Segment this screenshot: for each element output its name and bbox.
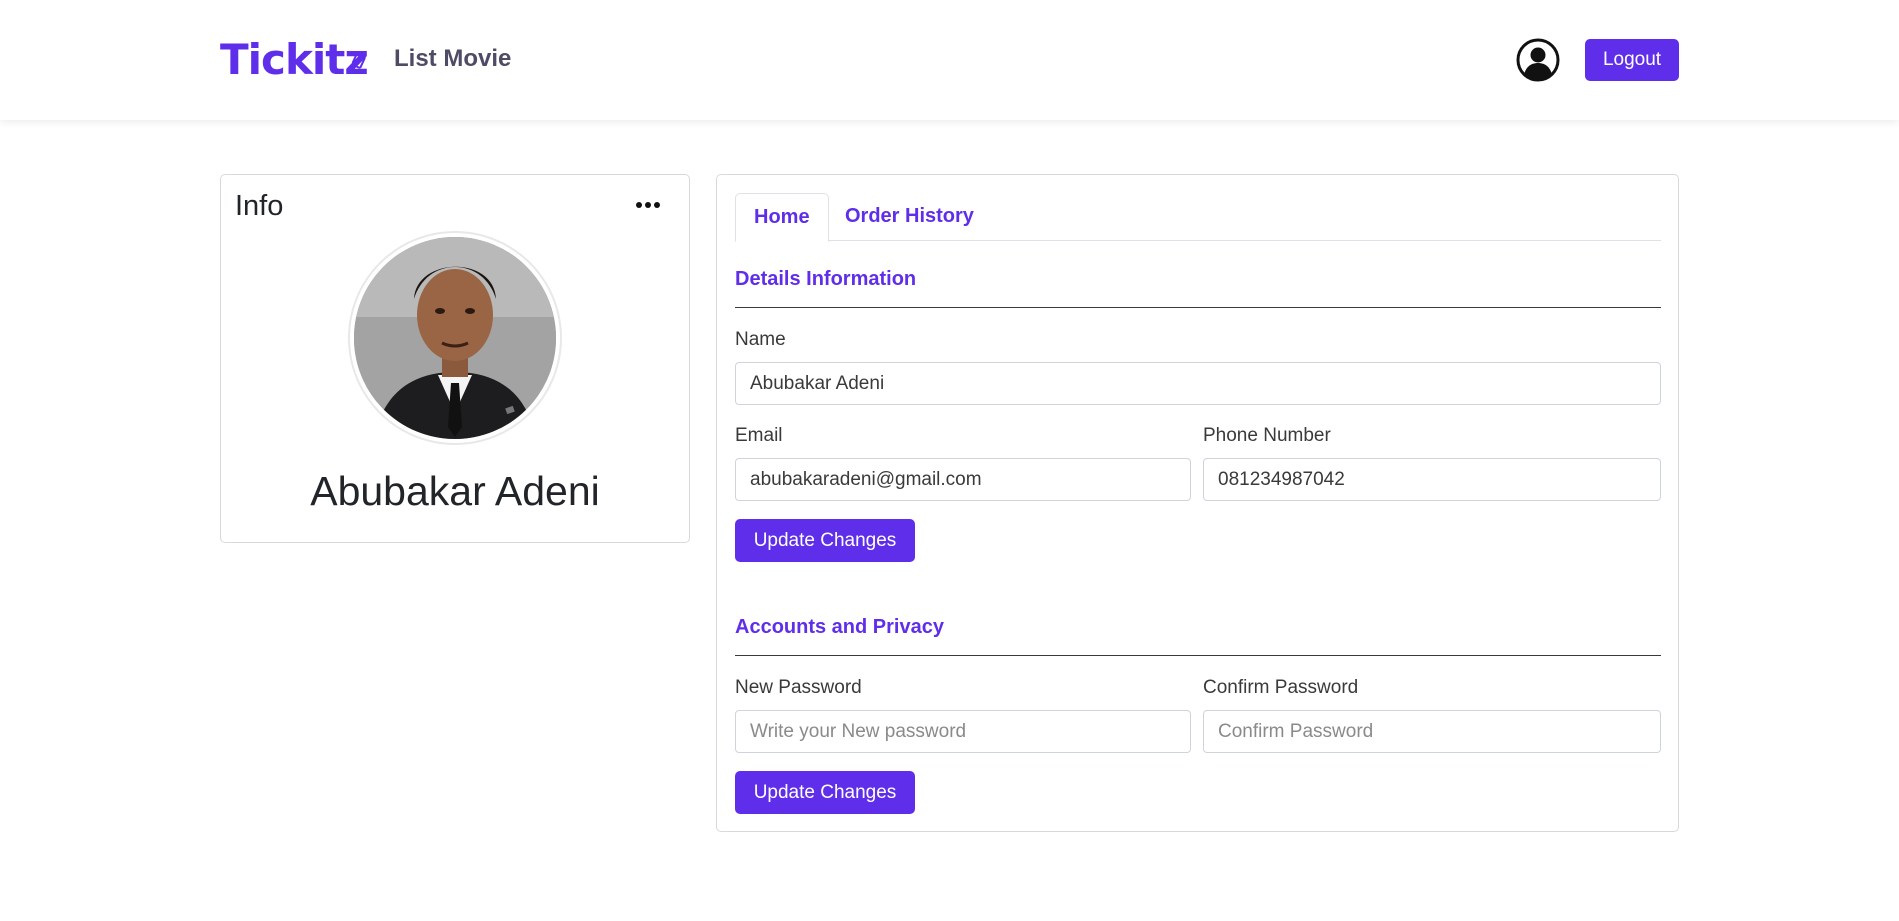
phone-field[interactable]	[1203, 458, 1661, 501]
name-field[interactable]	[735, 362, 1661, 405]
privacy-section-title: Accounts and Privacy	[735, 616, 944, 638]
avatar	[348, 231, 562, 445]
name-label: Name	[735, 329, 786, 350]
phone-label: Phone Number	[1203, 425, 1331, 446]
user-circle-icon[interactable]	[1516, 38, 1560, 82]
nav-link-list-movie[interactable]: List Movie	[394, 44, 511, 74]
tab-home[interactable]: Home	[735, 193, 829, 242]
email-label: Email	[735, 425, 783, 446]
confirm-password-label: Confirm Password	[1203, 677, 1359, 698]
details-divider	[735, 307, 1661, 308]
profile-photo-icon	[354, 237, 556, 439]
update-password-button[interactable]: Update Changes	[735, 771, 915, 814]
navbar: Tickitz List Movie Logout	[0, 0, 1899, 120]
logout-button[interactable]: Logout	[1585, 39, 1679, 81]
avatar-photo	[354, 237, 556, 439]
ticket-icon	[352, 53, 366, 69]
confirm-password-field[interactable]	[1203, 710, 1661, 753]
update-details-button[interactable]: Update Changes	[735, 519, 915, 562]
brand-logo-text: Tickitz	[220, 35, 369, 84]
profile-settings-card: Home Order History Details Information N…	[716, 174, 1679, 832]
info-card: Info Abubakar Adeni	[220, 174, 690, 543]
ellipsis-icon[interactable]	[634, 199, 662, 211]
privacy-divider	[735, 655, 1661, 656]
new-password-label: New Password	[735, 677, 862, 698]
details-section-title: Details Information	[735, 268, 917, 290]
profile-name: Abubakar Adeni	[310, 468, 600, 514]
info-title: Info	[235, 190, 284, 222]
new-password-field[interactable]	[735, 710, 1191, 753]
tab-order-history[interactable]: Order History	[827, 193, 992, 242]
email-field[interactable]	[735, 458, 1191, 501]
brand-logo[interactable]: Tickitz	[220, 35, 369, 85]
tabs: Home Order History	[735, 193, 1661, 242]
